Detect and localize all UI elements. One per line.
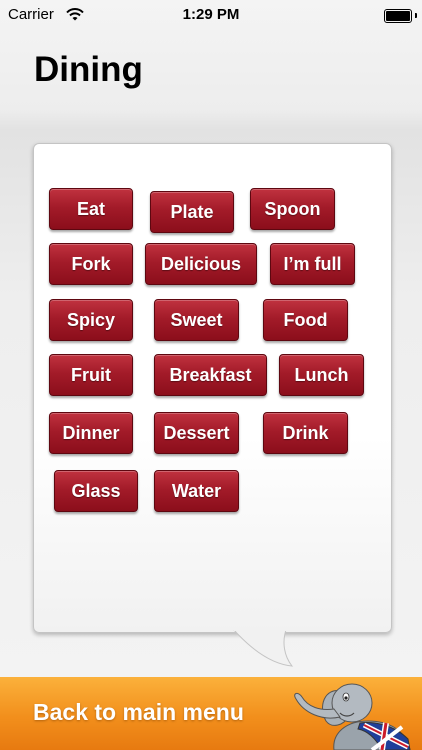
word-button-food[interactable]: Food [263, 299, 348, 341]
word-button-spoon[interactable]: Spoon [250, 188, 335, 230]
word-button-breakfast[interactable]: Breakfast [154, 354, 267, 396]
word-button-dessert[interactable]: Dessert [154, 412, 239, 454]
status-time: 1:29 PM [182, 6, 240, 23]
word-button-water[interactable]: Water [154, 470, 239, 512]
battery-icon [384, 9, 412, 23]
status-bar: Carrier 1:29 PM [0, 0, 422, 30]
page-title: Dining [34, 50, 143, 89]
back-to-main-menu-button[interactable]: Back to main menu [0, 677, 422, 750]
battery-tip [415, 13, 417, 18]
speech-bubble-tail [233, 628, 294, 667]
word-button-plate[interactable]: Plate [150, 191, 234, 233]
word-button-spicy[interactable]: Spicy [49, 299, 133, 341]
word-button-eat[interactable]: Eat [49, 188, 133, 230]
word-button-delicious[interactable]: Delicious [145, 243, 257, 285]
word-button-fruit[interactable]: Fruit [49, 354, 133, 396]
word-button-sweet[interactable]: Sweet [154, 299, 239, 341]
word-button-glass[interactable]: Glass [54, 470, 138, 512]
word-button-lunch[interactable]: Lunch [279, 354, 364, 396]
word-button-drink[interactable]: Drink [263, 412, 348, 454]
elephant-mascot-icon [294, 683, 411, 750]
word-button-im-full[interactable]: I’m full [270, 243, 355, 285]
back-to-main-menu-label: Back to main menu [33, 699, 244, 725]
word-button-fork[interactable]: Fork [49, 243, 133, 285]
word-button-dinner[interactable]: Dinner [49, 412, 133, 454]
